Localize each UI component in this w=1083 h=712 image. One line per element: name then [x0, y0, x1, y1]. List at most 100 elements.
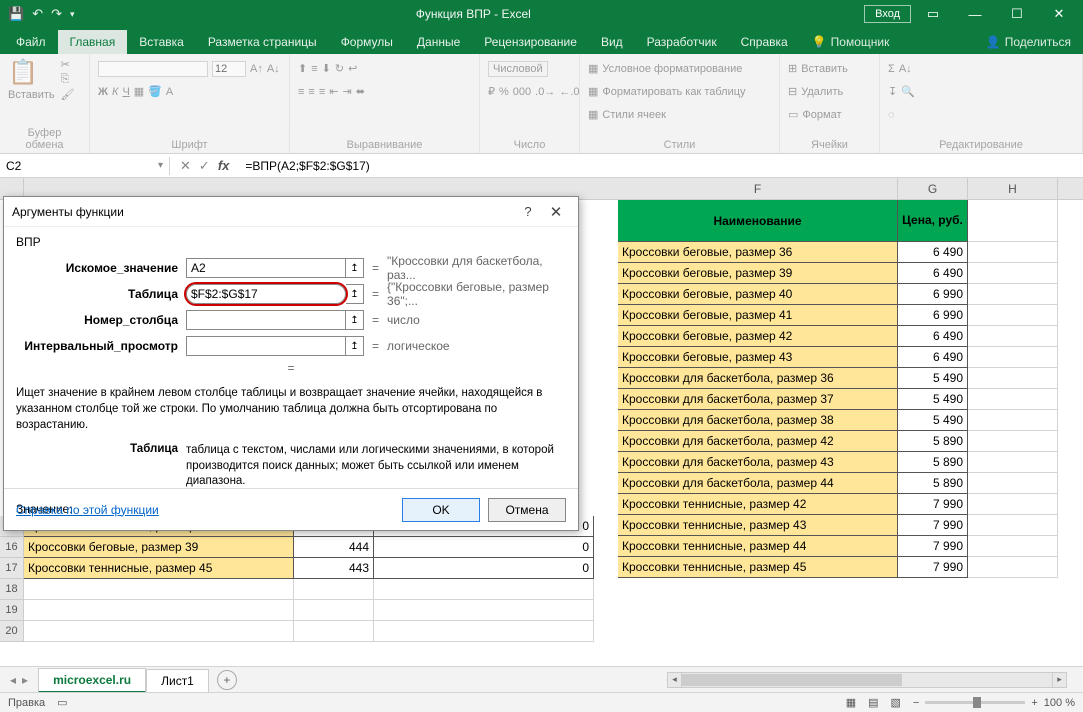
row-header[interactable]: 19 — [0, 600, 24, 621]
table-cell-name[interactable]: Кроссовки для баскетбола, размер 37 — [618, 389, 898, 410]
horizontal-scrollbar[interactable]: ◂ ▸ — [667, 672, 1067, 688]
table-cell-name[interactable]: Кроссовки для баскетбола, размер 43 — [618, 452, 898, 473]
table-cell[interactable]: 0 — [374, 537, 594, 558]
wrap-icon[interactable]: ↩ — [348, 62, 357, 75]
table-cell-name[interactable]: Кроссовки теннисные, размер 43 — [618, 515, 898, 536]
tab-help[interactable]: Справка — [729, 30, 800, 54]
cut-icon[interactable]: ✂ — [61, 58, 75, 71]
sheet-tab-active[interactable]: microexcel.ru — [38, 668, 146, 693]
border-icon[interactable]: ▦ — [134, 85, 144, 98]
percent-icon[interactable]: % — [499, 86, 509, 98]
cell-styles-icon[interactable]: ▦ — [588, 108, 598, 121]
format-painter-icon[interactable]: 🖌 — [61, 88, 75, 101]
insert-cells-icon[interactable]: ⊞ — [788, 62, 797, 75]
scroll-left-icon[interactable]: ◂ — [668, 673, 682, 687]
table-cell[interactable] — [374, 600, 594, 621]
cancel-formula-icon[interactable]: ✕ — [180, 158, 191, 174]
table-cell-name[interactable]: Кроссовки теннисные, размер 42 — [618, 494, 898, 515]
enter-formula-icon[interactable]: ✓ — [199, 158, 210, 174]
sheet-nav-next-icon[interactable]: ▸ — [22, 673, 28, 687]
clear-icon[interactable]: ◌ — [888, 109, 895, 121]
table-cell[interactable] — [294, 621, 374, 642]
table-cell-name[interactable]: Кроссовки теннисные, размер 45 — [618, 557, 898, 578]
table-cell-price[interactable]: 6 490 — [898, 347, 968, 368]
row-header[interactable]: 17 — [0, 558, 24, 579]
inc-decimal-icon[interactable]: .0→ — [535, 86, 555, 98]
table-cell-price[interactable]: 5 890 — [898, 473, 968, 494]
maximize-icon[interactable]: ☐ — [997, 1, 1037, 27]
save-icon[interactable]: 💾 — [8, 6, 24, 22]
row-header[interactable]: 18 — [0, 579, 24, 600]
dialog-close-icon[interactable]: ✕ — [542, 203, 570, 221]
table-cell-price[interactable]: 6 990 — [898, 305, 968, 326]
table-cell[interactable] — [24, 621, 294, 642]
table-cell-name[interactable]: Кроссовки беговые, размер 39 — [618, 263, 898, 284]
table-cell[interactable]: 444 — [294, 537, 374, 558]
macro-record-icon[interactable]: ▭ — [57, 696, 67, 709]
align-center-icon[interactable]: ≡ — [308, 86, 314, 98]
scroll-right-icon[interactable]: ▸ — [1052, 673, 1066, 687]
italic-icon[interactable]: К — [112, 86, 118, 98]
orient-icon[interactable]: ↻ — [335, 62, 344, 75]
format-cells-icon[interactable]: ▭ — [788, 108, 798, 121]
table-cell[interactable] — [294, 579, 374, 600]
align-top-icon[interactable]: ⬆ — [298, 62, 307, 75]
sheet-nav-prev-icon[interactable]: ◂ — [10, 673, 16, 687]
zoom-out-icon[interactable]: − — [913, 697, 919, 709]
table-cell-price[interactable]: 5 890 — [898, 431, 968, 452]
comma-icon[interactable]: 000 — [513, 86, 531, 98]
table-cell-price[interactable]: 6 490 — [898, 326, 968, 347]
paste-icon[interactable]: 📋 — [8, 58, 55, 87]
table-cell-name[interactable]: Кроссовки беговые, размер 43 — [618, 347, 898, 368]
function-help-link[interactable]: Справка по этой функции — [16, 503, 394, 517]
indent-inc-icon[interactable]: ⇥ — [342, 85, 351, 98]
font-color-icon[interactable]: A — [166, 86, 173, 98]
table-cell-name[interactable]: Кроссовки теннисные, размер 44 — [618, 536, 898, 557]
close-icon[interactable]: ✕ — [1039, 1, 1079, 27]
table-cell-name[interactable]: Кроссовки беговые, размер 41 — [618, 305, 898, 326]
table-cell[interactable] — [294, 600, 374, 621]
table-cell-price[interactable]: 6 490 — [898, 263, 968, 284]
row-header[interactable]: 16 — [0, 537, 24, 558]
fill-icon[interactable]: 🪣 — [148, 85, 162, 98]
ribbon-display-icon[interactable]: ▭ — [913, 1, 953, 27]
table-cell[interactable]: Кроссовки беговые, размер 39 — [24, 537, 294, 558]
table-cell[interactable] — [374, 579, 594, 600]
table-cell-price[interactable]: 5 490 — [898, 389, 968, 410]
tab-file[interactable]: Файл — [4, 30, 58, 54]
col-header-H[interactable]: H — [968, 178, 1058, 199]
find-icon[interactable]: 🔍 — [901, 85, 915, 98]
font-size-select[interactable] — [212, 61, 246, 77]
redo-icon[interactable]: ↷ — [51, 6, 62, 22]
collapse-icon[interactable]: ↥ — [346, 310, 364, 330]
cancel-button[interactable]: Отмена — [488, 498, 566, 522]
tab-insert[interactable]: Вставка — [127, 30, 196, 54]
align-bot-icon[interactable]: ⬇ — [322, 62, 331, 75]
collapse-icon[interactable]: ↥ — [346, 336, 364, 356]
table-cell-name[interactable]: Кроссовки беговые, размер 40 — [618, 284, 898, 305]
table-cell-name[interactable]: Кроссовки беговые, размер 42 — [618, 326, 898, 347]
table-cell[interactable] — [374, 621, 594, 642]
table-cell[interactable] — [24, 600, 294, 621]
arg-table-input[interactable]: $F$2:$G$17 — [186, 284, 346, 304]
table-cell-name[interactable]: Кроссовки для баскетбола, размер 44 — [618, 473, 898, 494]
tab-formulas[interactable]: Формулы — [329, 30, 405, 54]
scroll-thumb[interactable] — [682, 674, 902, 686]
tab-developer[interactable]: Разработчик — [635, 30, 729, 54]
indent-dec-icon[interactable]: ⇤ — [329, 85, 338, 98]
table-cell-price[interactable]: 7 990 — [898, 515, 968, 536]
zoom-in-icon[interactable]: + — [1031, 697, 1037, 709]
row-header[interactable]: 20 — [0, 621, 24, 642]
table-cell-price[interactable]: 7 990 — [898, 494, 968, 515]
table-cell-price[interactable]: 5 490 — [898, 368, 968, 389]
tab-review[interactable]: Рецензирование — [472, 30, 589, 54]
undo-icon[interactable]: ↶ — [32, 6, 43, 22]
formula-input[interactable]: =ВПР(A2;$F$2:$G$17) — [239, 157, 1083, 175]
login-button[interactable]: Вход — [864, 5, 911, 23]
table-cell-name[interactable]: Кроссовки для баскетбола, размер 42 — [618, 431, 898, 452]
view-normal-icon[interactable]: ▦ — [846, 696, 856, 709]
format-table-icon[interactable]: ▦ — [588, 85, 598, 98]
table-cell-name[interactable]: Кроссовки для баскетбола, размер 36 — [618, 368, 898, 389]
merge-icon[interactable]: ⬌ — [356, 85, 365, 98]
fx-icon[interactable]: fx — [218, 158, 230, 174]
